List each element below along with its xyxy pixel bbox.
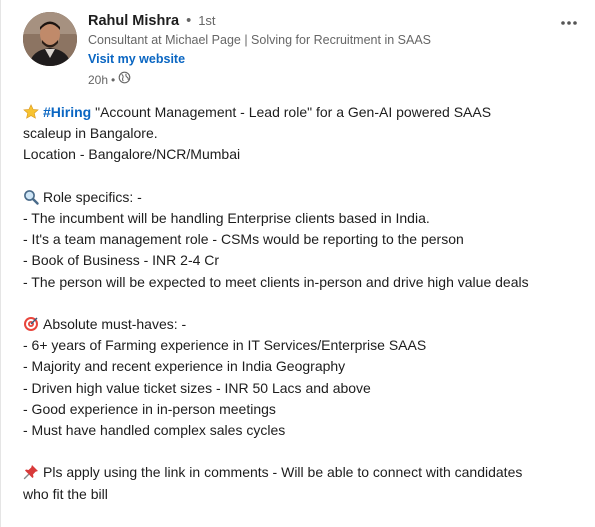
post-time-row: 20h • — [88, 71, 431, 89]
author-avatar[interactable] — [23, 12, 77, 66]
role-item: - The incumbent will be handling Enterpr… — [23, 210, 430, 226]
must-item: - 6+ years of Farming experience in IT S… — [23, 337, 427, 354]
post-line: #Hiring "Account Management - Lead role"… — [23, 102, 583, 123]
more-options-button[interactable] — [557, 14, 581, 32]
must-item: - Driven high value ticket sizes - INR 5… — [23, 379, 371, 396]
globe-icon — [118, 71, 131, 89]
role-heading-text: Role specifics: - — [43, 188, 142, 205]
avatar-photo — [23, 12, 77, 66]
post-body: #Hiring "Account Management - Lead role"… — [23, 102, 583, 505]
post-header: Rahul Mishra • 1st Consultant at Michael… — [23, 8, 583, 98]
separator-dot: • — [186, 13, 192, 29]
author-name-row: Rahul Mishra • 1st — [88, 12, 431, 30]
post-text: "Account Management - Lead role" for a G… — [91, 104, 492, 120]
must-heading-text: Absolute must-haves: - — [43, 316, 187, 332]
role-item: - It's a team management role - CSMs wou… — [23, 231, 464, 248]
must-item: - Must have handled complex sales cycles — [23, 422, 286, 439]
apply-line: Pls apply using the link in comments - W… — [23, 462, 583, 483]
author-meta: Rahul Mishra • 1st Consultant at Michael… — [88, 12, 431, 89]
author-headline: Consultant at Michael Page | Solving for… — [88, 33, 431, 47]
magnifier-icon — [24, 189, 39, 205]
target-icon — [24, 317, 38, 331]
author-name[interactable]: Rahul Mishra — [88, 13, 179, 29]
post-line: scaleup in Bangalore. — [23, 125, 158, 142]
feed-post: Rahul Mishra • 1st Consultant at Michael… — [0, 0, 595, 527]
more-options-icon — [561, 21, 577, 25]
connection-degree: 1st — [198, 13, 216, 28]
hashtag-hiring[interactable]: #Hiring — [43, 104, 91, 120]
apply-text: Pls apply using the link in comments - W… — [43, 464, 523, 481]
post-line: Location - Bangalore/NCR/Mumbai — [23, 146, 241, 163]
star-icon — [23, 104, 39, 119]
must-item: - Good experience in in-person meetings — [23, 400, 276, 417]
post-time: 20h — [88, 72, 109, 87]
separator-dot: • — [111, 72, 116, 87]
must-item: - Majority and recent experience in Indi… — [23, 358, 346, 375]
role-item: - The person will be expected to meet cl… — [23, 273, 529, 290]
visit-website-link[interactable]: Visit my website — [88, 51, 431, 68]
role-heading: Role specifics: - — [23, 187, 583, 208]
must-heading: Absolute must-haves: - — [23, 314, 583, 335]
role-item: - Book of Business - INR 2-4 Cr — [23, 252, 220, 269]
pushpin-icon — [23, 465, 38, 480]
apply-line: who fit the bill — [23, 485, 108, 502]
